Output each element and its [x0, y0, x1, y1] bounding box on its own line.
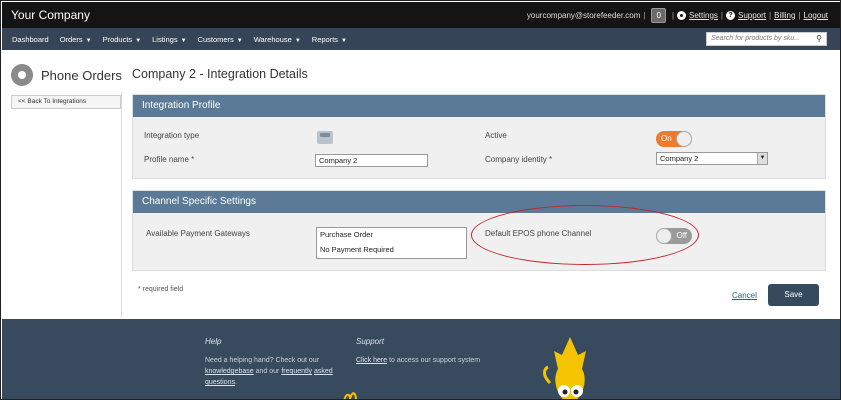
- integration-type-label: Integration type: [144, 131, 200, 140]
- nav-item-label: Reports: [311, 34, 339, 44]
- caret-down-icon: ▼: [294, 37, 301, 44]
- toggle-knob: [676, 131, 692, 147]
- panel-heading: Channel Specific Settings: [133, 191, 825, 213]
- back-to-integrations-link[interactable]: << Back To Integrations: [11, 95, 121, 109]
- caret-down-icon: ▼: [135, 37, 142, 44]
- divider: |: [671, 10, 675, 20]
- list-item[interactable]: Purchase Order: [317, 228, 466, 243]
- support-title: Support: [356, 337, 385, 346]
- nav-item-warehouse[interactable]: Warehouse ▼: [254, 35, 301, 44]
- mascot-icon: [543, 337, 586, 399]
- save-button[interactable]: Save: [768, 284, 819, 306]
- caret-down-icon: ▼: [180, 37, 187, 44]
- profile-name-field[interactable]: Company 2: [315, 154, 428, 167]
- required-field-note: * required field: [138, 286, 184, 293]
- panel-heading: Integration Profile: [133, 95, 825, 117]
- payment-gateways-list[interactable]: Purchase Order No Payment Required: [316, 227, 467, 259]
- sidebar-divider: [121, 92, 122, 317]
- help-text: Need a helping hand? Check out our knowl…: [205, 355, 345, 388]
- search-icon[interactable]: ⚲: [816, 34, 822, 43]
- knowledgebase-link[interactable]: knowledgebase: [205, 368, 254, 375]
- nav-item-orders[interactable]: Orders ▼: [60, 35, 92, 44]
- decorative-icon: [343, 392, 357, 399]
- help-title: Help: [205, 337, 222, 346]
- nav-item-listings[interactable]: Listings ▼: [152, 35, 186, 44]
- logout-link[interactable]: Logout: [804, 11, 828, 20]
- gear-icon: [677, 10, 687, 20]
- divider: |: [798, 10, 801, 20]
- account-email: yourcompany@storefeeder.com: [526, 10, 641, 20]
- nav-item-label: Products: [102, 34, 133, 44]
- nav-item-label: Warehouse: [253, 34, 292, 44]
- main-nav: Dashboard Orders ▼ Products ▼ Listings ▼ Custom…: [2, 28, 840, 50]
- highlight-annotation: [471, 205, 699, 265]
- help-text-line: Need a helping hand? Check out our: [205, 357, 320, 364]
- brand-name: Your Company: [11, 8, 90, 22]
- nav-item-label: Customers: [197, 34, 234, 44]
- profile-name-label: Profile name *: [144, 155, 195, 164]
- search-input[interactable]: Search for products by sku... ⚲: [706, 32, 827, 46]
- nav-item-products[interactable]: Products ▼: [103, 35, 142, 44]
- toggle-state-label: On: [661, 134, 672, 143]
- caret-down-icon: ▼: [341, 37, 347, 44]
- nav-item-label: Dashboard: [12, 34, 49, 44]
- footer: Help Need a helping hand? Check out our …: [2, 319, 840, 399]
- cart-count-badge[interactable]: 0: [651, 7, 666, 23]
- search-placeholder: Search for products by sku...: [711, 35, 801, 42]
- sidebar-title: Phone Orders: [41, 67, 122, 83]
- active-toggle[interactable]: On: [656, 131, 692, 147]
- chevron-down-icon[interactable]: ▼: [757, 153, 767, 164]
- nav-item-label: Listings: [152, 34, 178, 44]
- help-icon: ?: [726, 10, 735, 20]
- phone-icon: [317, 131, 333, 144]
- integration-profile-panel: Integration Profile Integration type Act…: [132, 94, 826, 179]
- top-bar: Your Company yourcompany@storefeeder.com…: [2, 2, 840, 28]
- browser-frame: Your Company yourcompany@storefeeder.com…: [0, 0, 841, 400]
- cancel-link[interactable]: Cancel: [732, 291, 757, 300]
- page-title: Company 2 - Integration Details: [132, 67, 308, 81]
- help-text-line: and our: [255, 368, 280, 375]
- nav-item-customers[interactable]: Customers ▼: [198, 35, 243, 44]
- gear-icon: [11, 64, 33, 86]
- active-label: Active: [485, 131, 507, 140]
- company-identity-select[interactable]: Company 2 ▼: [656, 152, 768, 165]
- account-bar: yourcompany@storefeeder.com | 0 | Settin…: [527, 7, 828, 23]
- sidebar-header: Phone Orders: [11, 64, 122, 86]
- company-identity-label: Company identity *: [485, 155, 553, 164]
- caret-down-icon: ▼: [85, 37, 92, 44]
- divider: |: [769, 10, 772, 20]
- support-link[interactable]: Support: [738, 11, 766, 20]
- caret-down-icon: ▼: [236, 37, 243, 44]
- billing-link[interactable]: Billing: [774, 11, 795, 20]
- divider: |: [720, 10, 723, 20]
- help-text-line: .: [234, 379, 237, 386]
- payment-gateways-label: Available Payment Gateways: [146, 229, 250, 238]
- nav-item-label: Orders: [59, 34, 83, 44]
- divider: |: [643, 10, 646, 20]
- settings-link[interactable]: Settings: [689, 11, 718, 20]
- faq-link[interactable]: frequently: [281, 368, 312, 375]
- support-text: Click here to access our support system: [356, 355, 480, 366]
- company-identity-value: Company 2: [660, 154, 699, 163]
- nav-item-dashboard[interactable]: Dashboard: [12, 35, 49, 44]
- list-item[interactable]: No Payment Required: [317, 243, 466, 258]
- nav-items: Dashboard Orders ▼ Products ▼ Listings ▼ Custom…: [12, 28, 358, 50]
- support-text-line: to access our support system: [389, 357, 481, 364]
- support-system-link[interactable]: Click here: [356, 357, 387, 364]
- nav-item-reports[interactable]: Reports ▼: [312, 35, 347, 44]
